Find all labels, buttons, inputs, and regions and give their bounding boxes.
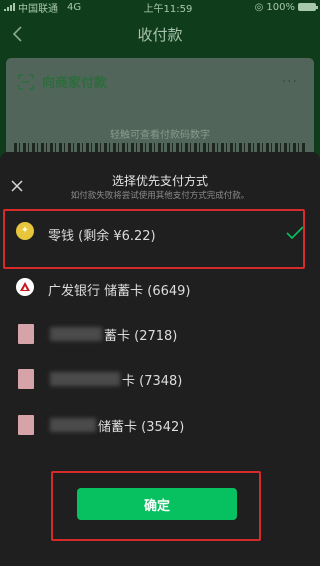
payment-option-cgb-card[interactable]: 广发银行 储蓄卡 (6649) [0,266,320,312]
battery-percent: 100% [266,1,295,13]
bank-card-icon [18,369,34,389]
battery-icon [298,3,318,11]
selection-highlight [3,209,305,269]
payment-option-card-2718[interactable]: 蓄卡 (2718) [0,311,320,357]
confirm-button[interactable]: 确定 [77,488,237,520]
masked-bank-name [50,418,96,432]
scan-frame-icon [18,73,34,90]
more-menu-icon[interactable]: ··· [282,74,298,90]
card-title: 向商家付款 [42,76,108,91]
bank-card-icon [18,415,34,435]
sheet-title: 选择优先支付方式 [111,174,208,188]
bank-card-icon [18,324,34,344]
payment-option-card-7348[interactable]: 卡 (7348) [0,356,320,402]
network-type: 4G [67,1,82,13]
payment-option-label: 卡 (7348) [122,374,183,389]
masked-bank-name [50,327,102,341]
status-bar: 中国联通 4G 上午11:59 ◎ 100% [0,0,320,15]
sheet-subtitle: 如付款失败将尝试使用其他支付方式完成付款。 [70,191,250,201]
masked-bank-name [50,372,120,386]
payment-option-label: 蓄卡 (2718) [104,329,178,344]
status-time: 上午11:59 [143,3,193,15]
page-title: 收付款 [137,25,183,44]
back-arrow-icon[interactable] [8,24,28,44]
bank-logo-icon [16,278,34,296]
payment-option-label: 储蓄卡 (3542) [98,420,185,435]
code-hint[interactable]: 轻触可查看付款码数字 [6,126,314,141]
title-bar: 收付款 [0,14,320,54]
payment-option-card-3542[interactable]: 储蓄卡 (3542) [0,402,320,448]
carrier-name: 中国联通 [18,3,58,15]
rotation-lock-icon: ◎ [254,1,264,13]
payment-option-label: 广发银行 储蓄卡 (6649) [48,284,191,299]
payment-method-sheet: 选择优先支付方式 如付款失败将尝试使用其他支付方式完成付款。 ✦ 零钱 (剩余 … [0,152,320,566]
signal-icon [4,3,15,11]
